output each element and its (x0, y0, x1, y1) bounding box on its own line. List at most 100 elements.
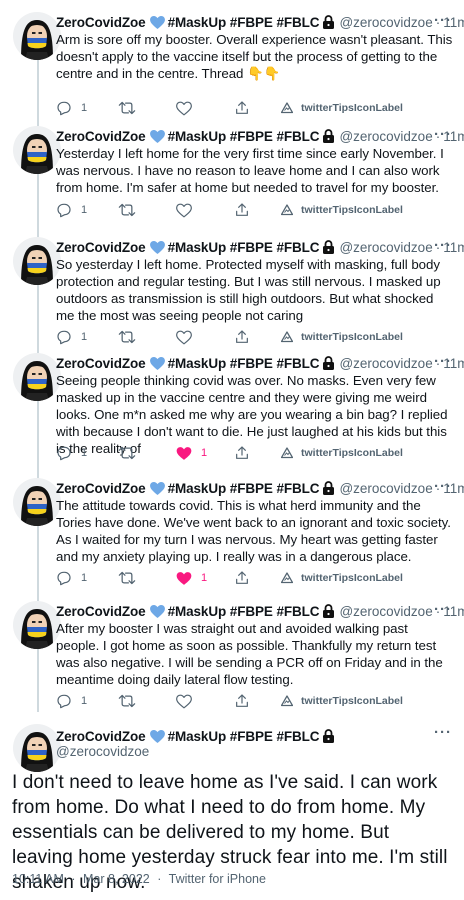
author-name[interactable]: ZeroCovidZoe (56, 15, 146, 30)
tweet-meta: 10:11 AM · Mar 8, 2022 · Twitter for iPh… (12, 872, 270, 886)
share-button[interactable] (234, 202, 250, 218)
author-handle[interactable]: @zerocovidzoe (56, 744, 149, 759)
like-button[interactable] (176, 101, 201, 116)
reply-icon (56, 329, 72, 345)
retweet-button[interactable] (118, 693, 136, 709)
blue-heart-icon (149, 481, 165, 495)
like-button[interactable]: 1 (176, 446, 207, 461)
tips-button[interactable]: twitterTipsIconLabel (281, 102, 403, 114)
tweet-text: Yesterday I left home for the very first… (56, 146, 444, 195)
tips-label: twitterTipsIconLabel (301, 102, 403, 114)
blue-heart-icon (149, 15, 165, 29)
tweet-time[interactable]: 10:11 AM (12, 872, 64, 886)
share-icon (234, 329, 250, 345)
share-button[interactable] (234, 445, 250, 461)
author-tags: #MaskUp #FBPE #FBLC (167, 128, 320, 144)
share-button[interactable] (234, 570, 250, 586)
like-button[interactable] (176, 330, 201, 345)
share-icon (234, 445, 250, 461)
retweet-icon (118, 570, 136, 586)
tweet-actions: 1 1 twitterTipsIconLabel (56, 443, 456, 463)
author-name[interactable]: ZeroCovidZoe (56, 240, 146, 255)
meta-separator: · (71, 872, 76, 886)
tweet-date[interactable]: Mar 8, 2022 (83, 872, 150, 886)
reply-count: 1 (81, 572, 88, 584)
avatar[interactable] (13, 353, 61, 401)
author-handle[interactable]: @zerocovidzoe (339, 240, 432, 255)
share-icon (234, 693, 250, 709)
tweet-source: Twitter for iPhone (168, 872, 266, 886)
reply-button[interactable]: 1 (56, 445, 87, 461)
retweet-button[interactable] (118, 202, 136, 218)
like-button[interactable]: 1 (176, 571, 207, 586)
like-icon (176, 203, 192, 218)
retweet-icon (118, 693, 136, 709)
tips-button[interactable]: twitterTipsIconLabel (281, 331, 403, 343)
reply-button[interactable]: 1 (56, 693, 87, 709)
tweet-header: ZeroCovidZoe #MaskUp #FBPE #FBLC @zerocovi… (56, 237, 464, 257)
tips-button[interactable]: twitterTipsIconLabel (281, 447, 403, 459)
retweet-button[interactable] (118, 445, 136, 461)
tweet-actions: 1 1 twitterTipsIconLabel (56, 568, 456, 588)
blue-heart-icon (149, 356, 165, 370)
reply-button[interactable]: 1 (56, 570, 87, 586)
tweet-text: The attitude towards covid. This is what… (56, 498, 451, 564)
reply-count: 1 (81, 102, 88, 114)
author-name[interactable]: ZeroCovidZoe (56, 129, 146, 144)
reply-button[interactable]: 1 (56, 100, 87, 116)
meta-separator: · (157, 872, 162, 886)
share-button[interactable] (234, 693, 250, 709)
tweet-text: Arm is sore off my booster. Overall expe… (56, 32, 453, 81)
analytics-icon (281, 331, 293, 343)
more-options-icon[interactable]: ··· (434, 724, 452, 741)
like-icon (176, 446, 192, 461)
author-handle[interactable]: @zerocovidzoe (339, 129, 432, 144)
author-name[interactable]: ZeroCovidZoe (56, 729, 146, 744)
tweet-header: ZeroCovidZoe #MaskUp #FBPE #FBLC @zerocovi… (56, 601, 464, 621)
more-options-icon[interactable]: ··· (434, 126, 452, 143)
blue-heart-icon (149, 240, 165, 254)
avatar[interactable] (13, 12, 61, 60)
avatar[interactable] (13, 601, 61, 649)
avatar[interactable] (13, 126, 61, 174)
retweet-button[interactable] (118, 329, 136, 345)
share-button[interactable] (234, 329, 250, 345)
tips-label: twitterTipsIconLabel (301, 447, 403, 459)
retweet-icon (118, 100, 136, 116)
avatar[interactable] (13, 724, 61, 772)
tweet-header: ZeroCovidZoe #MaskUp #FBPE #FBLC @zerocovi… (56, 12, 464, 32)
reply-icon (56, 693, 72, 709)
author-handle[interactable]: @zerocovidzoe (339, 481, 432, 496)
more-options-icon[interactable]: ··· (434, 478, 452, 495)
like-button[interactable] (176, 203, 201, 218)
tweet-text: So yesterday I left home. Protected myse… (56, 257, 441, 323)
more-options-icon[interactable]: ··· (434, 237, 452, 254)
reply-icon (56, 100, 72, 116)
more-options-icon[interactable]: ··· (434, 601, 452, 618)
author-name[interactable]: ZeroCovidZoe (56, 481, 146, 496)
author-handle[interactable]: @zerocovidzoe (339, 15, 432, 30)
author-handle[interactable]: @zerocovidzoe (339, 356, 432, 371)
lock-icon (322, 481, 335, 495)
like-icon (176, 101, 192, 116)
tweet-header: ZeroCovidZoe #MaskUp #FBPE #FBLC @zerocovi… (56, 478, 464, 498)
tips-button[interactable]: twitterTipsIconLabel (281, 572, 403, 584)
more-options-icon[interactable]: ··· (434, 12, 452, 29)
author-tags: #MaskUp #FBPE #FBLC (167, 728, 320, 744)
retweet-button[interactable] (118, 570, 136, 586)
tweet-actions: 1 twitterTipsIconLabel (56, 327, 456, 347)
like-button[interactable] (176, 694, 201, 709)
author-name[interactable]: ZeroCovidZoe (56, 356, 146, 371)
tips-button[interactable]: twitterTipsIconLabel (281, 695, 403, 707)
more-options-icon[interactable]: ··· (434, 353, 452, 370)
avatar[interactable] (13, 237, 61, 285)
reply-button[interactable]: 1 (56, 329, 87, 345)
share-icon (234, 100, 250, 116)
author-handle[interactable]: @zerocovidzoe (339, 604, 432, 619)
reply-button[interactable]: 1 (56, 202, 87, 218)
share-button[interactable] (234, 100, 250, 116)
author-name[interactable]: ZeroCovidZoe (56, 604, 146, 619)
avatar[interactable] (13, 478, 61, 526)
tips-button[interactable]: twitterTipsIconLabel (281, 204, 403, 216)
retweet-button[interactable] (118, 100, 136, 116)
